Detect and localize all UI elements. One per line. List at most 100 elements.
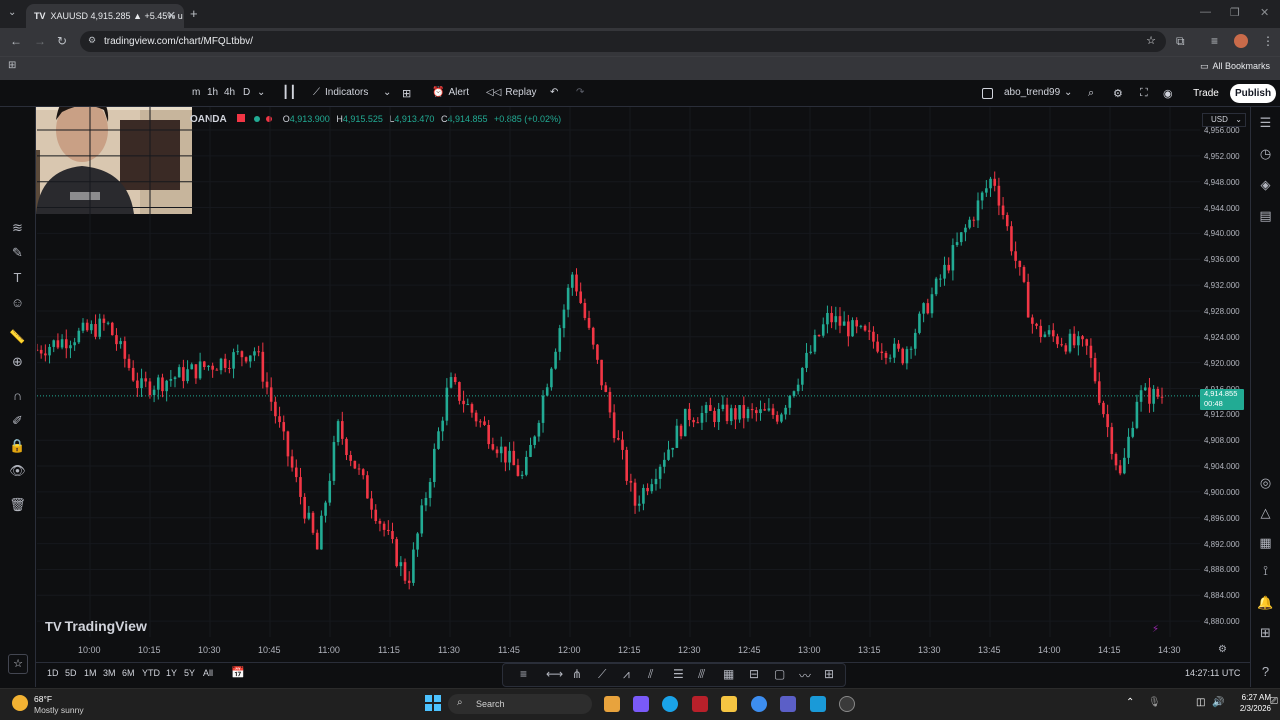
publish-button[interactable]: Publish (1230, 84, 1276, 103)
profile-avatar[interactable] (1234, 34, 1248, 48)
trade-button[interactable]: Trade (1188, 84, 1224, 103)
file-explorer-icon[interactable] (721, 696, 737, 712)
bell-icon[interactable]: 🔔 (1257, 595, 1274, 612)
range-5y[interactable]: 5Y (184, 668, 195, 678)
candle-style-icon[interactable]: ┃┃ (282, 85, 296, 99)
interval-1h[interactable]: 1h (207, 87, 218, 98)
utc-clock[interactable]: 14:27:11 UTC (1185, 668, 1240, 678)
tool-fib-icon[interactable]: ☰ (673, 667, 684, 681)
back-icon[interactable]: ← (10, 34, 22, 48)
volume-icon[interactable]: 🔊 (1212, 697, 1224, 708)
emoji-icon[interactable]: ☺ (9, 295, 26, 312)
tool-horizontal-lines-icon[interactable]: ≡ (520, 667, 527, 681)
favorite-star-icon[interactable]: ☆ (8, 654, 28, 674)
brush-icon[interactable]: ✎ (9, 245, 26, 262)
tool-pattern-icon[interactable]: ⩘ (623, 667, 630, 682)
windows-start-icon[interactable] (425, 695, 441, 711)
grid-menu-icon[interactable]: ⊞ (1257, 625, 1274, 642)
ruler-icon[interactable]: 📏 (9, 329, 26, 346)
settings-gear-icon[interactable]: ⚙ (1113, 87, 1123, 100)
all-bookmarks-link[interactable]: ▭ All Bookmarks (1200, 61, 1270, 72)
bookmark-star-icon[interactable]: ☆ (1146, 34, 1156, 47)
tool-channel-icon[interactable]: ⫽ (648, 667, 653, 682)
object-tree-icon[interactable]: ◈ (1257, 177, 1274, 194)
goto-date-icon[interactable]: 📅 (231, 666, 245, 679)
browser-menu-icon[interactable]: ⋮ (1262, 34, 1274, 48)
app-icon-1[interactable] (604, 696, 620, 712)
weather-temp[interactable]: 68°F (34, 694, 52, 704)
tool-gann-icon[interactable]: ▦ (723, 667, 734, 681)
wifi-icon[interactable]: ◫ (1196, 697, 1205, 708)
range-all[interactable]: All (203, 668, 213, 678)
tool-pitchfork-icon[interactable]: ⋔ (572, 667, 582, 681)
apps-grid-icon[interactable]: ⊞ (8, 60, 16, 71)
zoom-in-icon[interactable]: ⊕ (9, 354, 26, 371)
tool-path-icon[interactable]: 〰 (799, 667, 811, 684)
crosshair-lines-icon[interactable]: ≋ (9, 220, 26, 237)
mic-icon[interactable]: 🎙 (1148, 697, 1161, 708)
interval-dropdown-icon[interactable]: ⌄ (257, 87, 265, 98)
tool-trendline-icon[interactable]: ⟋ (598, 667, 606, 682)
help-icon[interactable]: ? (1257, 664, 1274, 681)
tab-list-chevron-icon[interactable]: ⌄ (8, 7, 16, 18)
browser-tab-active[interactable]: TV XAUUSD 4,915.285 ▲ +5.45% u ✕ (26, 4, 184, 28)
text-tool-icon[interactable]: T (9, 270, 26, 287)
range-1y[interactable]: 1Y (166, 668, 177, 678)
tool-grid-icon[interactable]: ⊞ (824, 667, 834, 681)
weather-desc[interactable]: Mostly sunny (34, 705, 84, 715)
system-date[interactable]: 2/3/2026 (1231, 704, 1271, 713)
ideas-icon[interactable]: △ (1257, 505, 1274, 522)
extensions-icon[interactable]: ⧉ (1176, 34, 1185, 49)
tray-chevron-icon[interactable]: ⌃ (1126, 697, 1134, 708)
window-close-icon[interactable]: ✕ (1260, 6, 1269, 19)
notifications-icon[interactable]: ⟟ (1257, 563, 1274, 580)
site-info-icon[interactable]: ⚙ (88, 35, 96, 46)
range-1d[interactable]: 1D (47, 668, 59, 678)
taskbar-search[interactable]: ⌕ Search (448, 694, 592, 714)
range-5d[interactable]: 5D (65, 668, 77, 678)
weather-sun-icon[interactable] (12, 695, 28, 711)
trash-icon[interactable]: 🗑 (9, 497, 26, 514)
notification-bell-icon[interactable]: ⎚ (1270, 696, 1278, 707)
minimize-icon[interactable]: — (1200, 6, 1211, 18)
alert-button[interactable]: ⏰ Alert (432, 87, 469, 98)
new-tab-icon[interactable]: + (190, 6, 198, 21)
copilot-icon[interactable] (633, 696, 649, 712)
fullscreen-icon[interactable]: ⛶ (1140, 87, 1148, 100)
edge-icon[interactable] (662, 696, 678, 712)
reload-icon[interactable]: ↻ (57, 34, 67, 48)
chat-icon[interactable]: ▤ (1257, 208, 1274, 225)
alerts-clock-icon[interactable]: ◷ (1257, 146, 1274, 163)
indicators-dropdown-icon[interactable]: ⌄ (383, 87, 391, 98)
lock-drawing-icon[interactable]: ✐ (9, 413, 26, 430)
range-1m[interactable]: 1M (84, 668, 97, 678)
magnet-icon[interactable]: ∩ (9, 388, 26, 405)
quick-search-icon[interactable]: ⌕ (1088, 87, 1094, 100)
interval-4h[interactable]: 4h (224, 87, 235, 98)
tool-rectangle-icon[interactable]: ▢ (774, 667, 785, 681)
maximize-icon[interactable]: ❐ (1230, 6, 1240, 19)
reading-list-icon[interactable]: ≡ (1211, 34, 1218, 48)
app-icon-gear[interactable] (839, 696, 855, 712)
candlestick-chart[interactable] (37, 107, 1200, 637)
tool-ranges-icon[interactable]: ⊟ (749, 667, 759, 681)
indicators-button[interactable]: ⟋ Indicators (313, 87, 368, 98)
lock-icon[interactable]: 🔒 (9, 438, 26, 455)
app-icon-blue[interactable] (810, 696, 826, 712)
app-icon-red[interactable] (692, 696, 708, 712)
lightning-icon[interactable]: ⚡ (1152, 624, 1159, 635)
interval-daily[interactable]: D (243, 87, 250, 98)
currency-selector[interactable]: USD ⌄ (1202, 113, 1246, 127)
layout-name[interactable]: abo_trend99 (1004, 87, 1060, 98)
chart-settings-icon[interactable]: ⚙ (1218, 644, 1227, 655)
forward-icon[interactable]: → (34, 34, 46, 48)
target-icon[interactable]: ◎ (1257, 475, 1274, 492)
tool-hline-icon[interactable]: ⟷ (546, 667, 563, 681)
range-3m[interactable]: 3M (103, 668, 116, 678)
range-ytd[interactable]: YTD (142, 668, 160, 678)
interval-minutes[interactable]: m (192, 87, 200, 98)
layout-dropdown-icon[interactable]: ⌄ (1064, 87, 1072, 98)
redo-icon[interactable]: ↷ (576, 87, 584, 98)
templates-icon[interactable]: ⊞ (402, 87, 411, 100)
range-6m[interactable]: 6M (122, 668, 135, 678)
